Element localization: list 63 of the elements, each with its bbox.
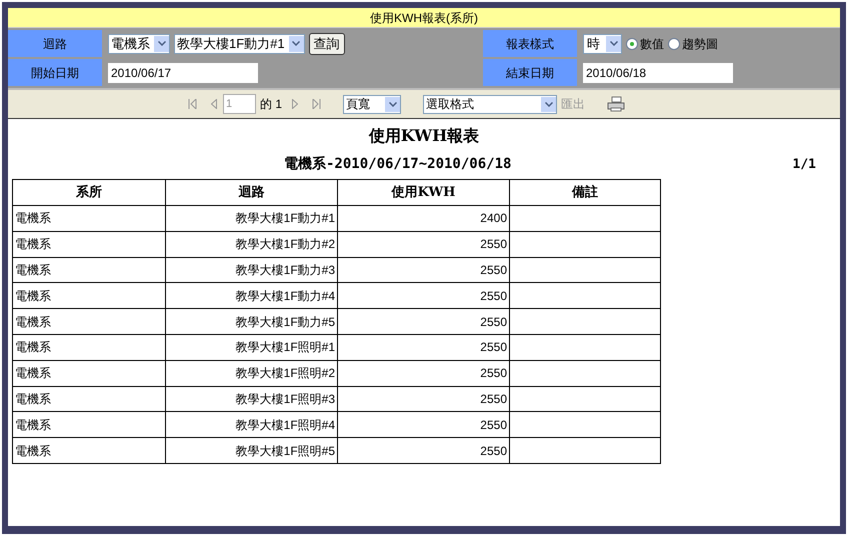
zoom-dropdown[interactable]: 頁寬 — [343, 94, 402, 114]
interval-dropdown[interactable]: 時 — [583, 34, 622, 54]
table-cell: 電機系 — [12, 412, 166, 438]
table-cell: 教學大樓1F照明#2 — [166, 360, 338, 386]
last-page-icon[interactable] — [312, 99, 322, 109]
column-header: 迴路 — [166, 180, 338, 206]
previous-page-icon[interactable] — [211, 99, 217, 109]
page-indicator: 1/1 — [792, 156, 816, 174]
table-cell: 教學大樓1F動力#1 — [166, 206, 338, 232]
report-subtitle: 電機系-2010/06/17~2010/06/18 — [284, 155, 512, 174]
table-cell: 電機系 — [12, 206, 166, 232]
table-cell: 2550 — [338, 412, 510, 438]
column-header: 使用KWH — [338, 180, 510, 206]
query-button[interactable]: 查詢 — [308, 32, 345, 54]
table-cell: 電機系 — [12, 334, 166, 360]
radio-option[interactable]: 趨勢圖 — [668, 34, 718, 52]
table-cell: 教學大樓1F照明#1 — [166, 334, 338, 360]
table-cell: 電機系 — [12, 257, 166, 283]
table-cell: 教學大樓1F照明#4 — [166, 412, 338, 438]
caret-icon — [606, 36, 621, 52]
caret-icon — [288, 36, 304, 52]
table-cell: 電機系 — [12, 308, 166, 334]
table-cell: 教學大樓1F動力#4 — [166, 282, 338, 309]
field-label: 結束日期 — [483, 59, 577, 86]
table-cell: 教學大樓1F動力#2 — [166, 231, 338, 258]
field-label: 報表樣式 — [483, 30, 577, 57]
printer-icon[interactable] — [607, 96, 626, 112]
column-header: 備註 — [510, 180, 660, 206]
field-label: 開始日期 — [8, 59, 102, 86]
table-cell: 教學大樓1F照明#3 — [166, 386, 338, 412]
table-cell: 2550 — [338, 438, 510, 464]
format-dropdown[interactable]: 選取格式 — [423, 94, 558, 114]
caret-icon — [154, 36, 169, 52]
report-title: 使用KWH報表 — [368, 125, 480, 147]
table-cell: 2550 — [338, 231, 510, 258]
field-label: 迴路 — [8, 30, 102, 57]
table-cell: 2550 — [338, 282, 510, 309]
table-cell: 2550 — [338, 257, 510, 283]
table-cell: 2400 — [338, 206, 510, 232]
table-cell: 2550 — [338, 334, 510, 360]
table-cell: 2550 — [338, 308, 510, 334]
end-date-field[interactable]: 2010/06/18 — [583, 62, 733, 82]
caret-icon — [385, 96, 400, 112]
radio-option[interactable]: 數值 — [626, 34, 664, 52]
next-page-icon[interactable] — [292, 99, 298, 109]
table-cell: 教學大樓1F照明#5 — [166, 438, 338, 464]
page-count-label: 的 1 — [260, 96, 282, 113]
column-header: 系所 — [12, 180, 166, 206]
circuit-dropdown[interactable]: 教學大樓1F動力#1 — [174, 34, 305, 54]
table-cell: 電機系 — [12, 438, 166, 464]
table-cell: 教學大樓1F動力#3 — [166, 257, 338, 283]
caret-icon — [541, 96, 556, 112]
window-title: 使用KWH報表(系所) — [8, 8, 840, 28]
start-date-field[interactable]: 2010/06/17 — [108, 62, 258, 82]
table-cell: 教學大樓1F動力#5 — [166, 308, 338, 334]
table-cell: 電機系 — [12, 231, 166, 258]
table-cell: 電機系 — [12, 386, 166, 412]
first-page-icon[interactable] — [188, 99, 197, 109]
table-cell: 2550 — [338, 360, 510, 386]
table-cell: 電機系 — [12, 282, 166, 309]
table-cell: 電機系 — [12, 360, 166, 386]
department-dropdown[interactable]: 電機系 — [108, 34, 170, 54]
table-cell: 2550 — [338, 386, 510, 412]
